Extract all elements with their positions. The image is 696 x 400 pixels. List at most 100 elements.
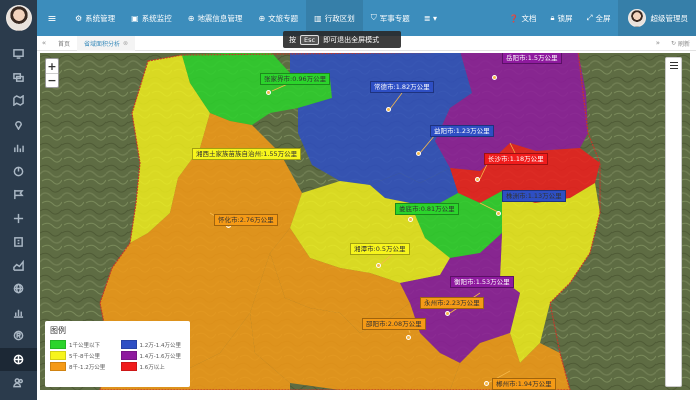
city-marker[interactable]: [376, 263, 381, 268]
close-icon[interactable]: ⊗: [123, 40, 128, 47]
nav-item[interactable]: ▣ 系统监控: [123, 0, 180, 36]
sidebar-item-globe[interactable]: [0, 277, 37, 301]
map-label-shaoyang[interactable]: 邵阳市:2.08万公里: [362, 318, 426, 330]
sidebar-item-home[interactable]: [0, 42, 37, 66]
zoom-out-button[interactable]: −: [46, 73, 58, 87]
legend-label: 8千-1.2万公里: [69, 364, 106, 371]
nav-item-icon: ⚙: [75, 13, 83, 23]
avatar[interactable]: [5, 5, 32, 31]
sidebar-item-building[interactable]: [0, 230, 37, 254]
legend-label: 1.4万-1.6万公里: [139, 353, 181, 360]
legend-items: 1千公里以下 1.2万-1.4万公里 5千-8千公里 1.4万-1.6万公里 8千-1.…: [50, 340, 185, 371]
map-label-loudi[interactable]: 娄底市:0.81万公里: [395, 203, 459, 215]
move-icon: [13, 213, 24, 223]
city-marker[interactable]: [496, 211, 501, 216]
nav-item-label: 系统监控: [141, 13, 172, 23]
legend-label: 1千公里以下: [69, 342, 100, 349]
map-label-huaihua[interactable]: 怀化市:2.76万公里: [214, 214, 278, 226]
nav-item-label: 文旅专题: [268, 13, 299, 23]
legend-item: 1千公里以下: [50, 340, 115, 349]
zoom-in-button[interactable]: +: [46, 59, 58, 73]
map-label-text: 衡阳市:1.53万公里: [454, 278, 510, 286]
map-icon: [13, 95, 24, 107]
docs-button[interactable]: ❓ 文档: [502, 0, 543, 36]
map-label-hengyang[interactable]: 衡阳市:1.53万公里: [450, 276, 514, 288]
tab-area-analysis[interactable]: 省域面积分析 ⊗: [77, 35, 136, 51]
map-label-changsha[interactable]: 长沙市:1.18万公里: [484, 153, 548, 165]
legend-item: 8千-1.2万公里: [50, 362, 115, 371]
map-label-text: 娄底市:0.81万公里: [399, 205, 455, 213]
city-marker[interactable]: [445, 311, 450, 316]
sidebar-item-chart[interactable]: [0, 136, 37, 160]
lock-screen-button[interactable]: 🔒︎ 锁屏: [544, 0, 580, 36]
toast-prefix: 按: [289, 35, 296, 44]
map-label-zhangjiajie[interactable]: 张家界市:0.96万公里: [260, 73, 331, 85]
map-label-changde[interactable]: 常德市:1.82万公里: [370, 81, 434, 93]
fullscreen-label: 全屏: [595, 13, 611, 23]
nav-item-icon: ⊕: [187, 13, 195, 23]
city-marker[interactable]: [386, 107, 391, 112]
map-label-yiyang[interactable]: 益阳市:1.23万公里: [430, 125, 494, 137]
top-right-tools: ❓ 文档 🔒︎ 锁屏 ⤢ 全屏 超级管理员: [502, 0, 696, 36]
layer-switcher-panel[interactable]: [665, 57, 682, 387]
sidebar-item-analytics[interactable]: [0, 254, 37, 278]
nav-item-icon: ⊕: [258, 13, 266, 23]
fullscreen-button[interactable]: ⤢ 全屏: [580, 0, 618, 36]
sidebar-item-registered[interactable]: [0, 324, 37, 348]
map-label-xiangxi[interactable]: 湘西土家族苗族自治州:1.55万公里: [192, 148, 302, 160]
map-label-yueyang[interactable]: 岳阳市:1.5万公里: [502, 53, 562, 64]
tab-home-label: 首页: [58, 40, 71, 48]
map-view[interactable]: 张家界市:0.96万公里 常德市:1.82万公里 岳阳市:1.5万公里 湘西土家…: [40, 53, 690, 390]
map-label-text: 郴州市:1.94万公里: [496, 380, 552, 388]
tab-home[interactable]: 首页: [51, 36, 77, 51]
sidebar-item-location[interactable]: [0, 113, 37, 137]
esc-key: Esc: [300, 34, 320, 45]
user-avatar: [627, 9, 646, 27]
docs-label: 文档: [521, 13, 537, 23]
user-menu[interactable]: 超级管理员: [617, 0, 696, 36]
sidebar-item-pie[interactable]: [0, 160, 37, 184]
tabs-scroll-right-icon[interactable]: »: [651, 39, 665, 47]
sidebar-item-users[interactable]: [0, 371, 37, 395]
registered-icon: [13, 330, 24, 341]
refresh-button[interactable]: ↻ 刷新: [665, 36, 696, 51]
city-marker[interactable]: [408, 217, 413, 222]
menu-toggle-icon[interactable]: ≡: [37, 12, 67, 25]
building-icon: [14, 237, 23, 248]
map-label-chenzhou[interactable]: 郴州市:1.94万公里: [492, 378, 556, 390]
nav-item[interactable]: ⊕ 地震信息管理: [180, 0, 251, 36]
nav-more-dropdown[interactable]: ≣ ▾: [418, 14, 443, 23]
map-label-yongzhou[interactable]: 永州市:2.23万公里: [420, 297, 484, 309]
city-marker[interactable]: [416, 151, 421, 156]
user-name: 超级管理员: [650, 13, 689, 23]
sidebar-item-flag[interactable]: [0, 183, 37, 207]
sidebar-item-region[interactable]: [0, 347, 37, 371]
sidebar-item-stats[interactable]: [0, 301, 37, 325]
nav-item[interactable]: ⚙ 系统管理: [67, 0, 123, 36]
map-label-text: 益阳市:1.23万公里: [434, 127, 490, 135]
city-marker[interactable]: [492, 75, 497, 80]
legend-swatch: [120, 362, 137, 371]
layers-menu-icon: [669, 62, 678, 386]
tabs-scroll-left-icon[interactable]: «: [37, 39, 51, 47]
map-legend: 图例 1千公里以下 1.2万-1.4万公里 5千-8千公里 1.4万-1.6万公里 8千…: [45, 321, 190, 387]
nav-item-label: 军事专题: [379, 13, 410, 23]
legend-swatch: [120, 351, 137, 360]
map-label-xiangtan[interactable]: 湘潭市:0.5万公里: [350, 243, 410, 255]
nav-item-icon: ▥: [314, 13, 322, 23]
city-marker[interactable]: [266, 90, 271, 95]
sidebar-item-chat[interactable]: [0, 66, 37, 90]
nav-item-label: 行政区划: [324, 13, 355, 23]
sidebar-item-move[interactable]: [0, 207, 37, 231]
chat-icon: [13, 72, 24, 82]
map-label-zhuzhou[interactable]: 株洲市:1.13万公里: [502, 190, 566, 202]
legend-swatch: [50, 362, 66, 371]
city-marker[interactable]: [484, 381, 489, 386]
city-marker[interactable]: [406, 335, 411, 340]
sidebar-item-map[interactable]: [0, 89, 37, 113]
nav-item-label: 地震信息管理: [197, 13, 243, 23]
nav-item-icon: ▣: [131, 13, 139, 23]
city-marker[interactable]: [475, 177, 480, 182]
legend-item: 1.2万-1.4万公里: [120, 340, 186, 349]
map-label-text: 邵阳市:2.08万公里: [366, 320, 422, 328]
